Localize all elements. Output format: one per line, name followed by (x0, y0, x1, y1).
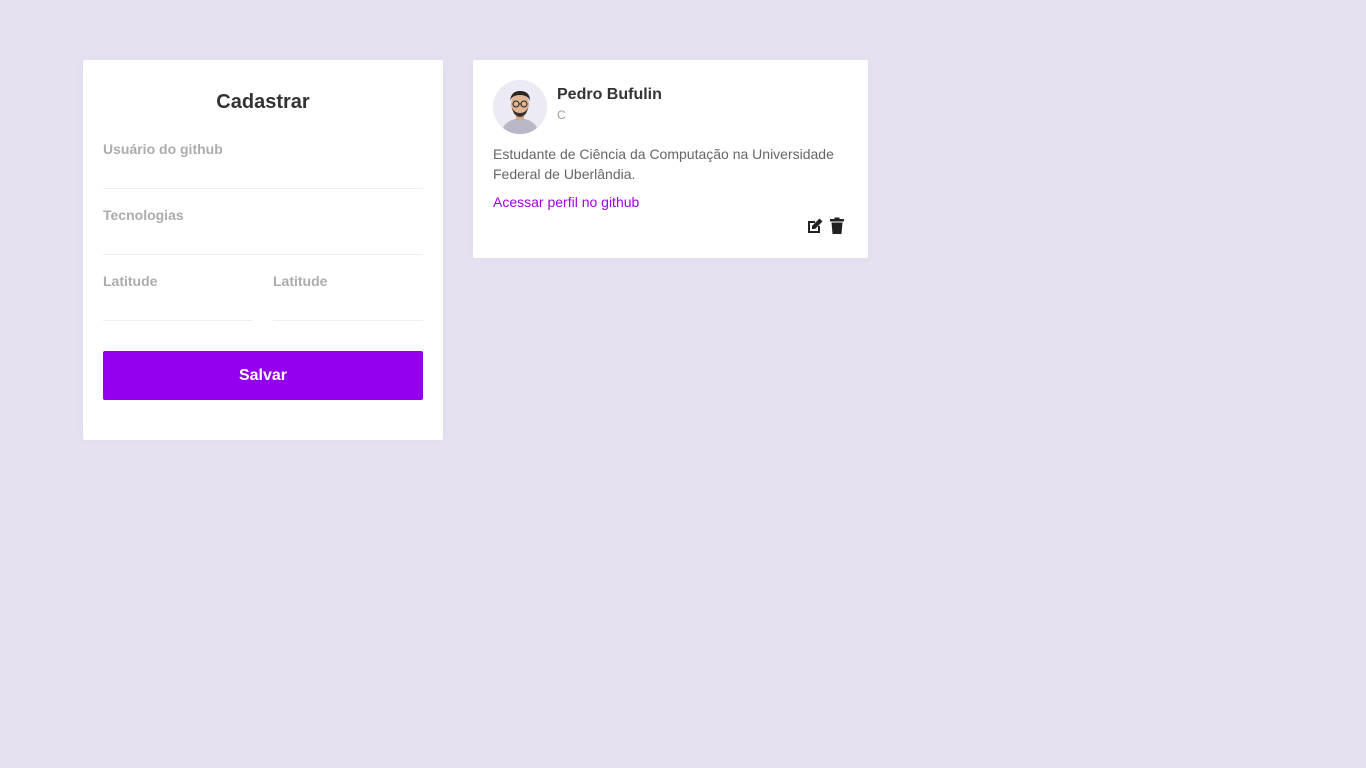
github-user-label: Usuário do github (103, 141, 223, 157)
latitude-input[interactable] (103, 289, 253, 321)
dev-info: Pedro Bufulin C (557, 86, 662, 123)
dev-bio: Estudante de Ciência da Computação na Un… (493, 146, 834, 182)
coordinates-row: Latitude Latitude (103, 273, 423, 321)
edit-icon[interactable] (806, 217, 824, 235)
avatar (493, 80, 547, 134)
dev-card: Pedro Bufulin C Estudante de Ciência da … (473, 60, 868, 258)
techs-input[interactable] (103, 223, 423, 255)
longitude-label: Latitude (273, 273, 328, 289)
github-user-field: Usuário do github (103, 141, 423, 189)
latitude-field: Latitude (103, 273, 253, 321)
avatar-image (493, 80, 547, 134)
trash-icon[interactable] (828, 217, 846, 235)
techs-field: Tecnologias (103, 207, 423, 255)
dev-actions (806, 217, 846, 235)
dev-techs: C (557, 108, 566, 122)
github-user-input[interactable] (103, 157, 423, 189)
longitude-field: Latitude (273, 273, 423, 321)
form-title: Cadastrar (216, 91, 310, 113)
register-form-card: Cadastrar Usuário do github Tecnologias … (83, 60, 443, 440)
latitude-label: Latitude (103, 273, 158, 289)
github-profile-link[interactable]: Acessar perfil no github (493, 194, 639, 210)
save-button[interactable]: Salvar (103, 351, 423, 400)
dev-name: Pedro Bufulin (557, 86, 662, 103)
longitude-input[interactable] (273, 289, 423, 321)
dev-header: Pedro Bufulin C (493, 80, 848, 134)
techs-label: Tecnologias (103, 207, 184, 223)
